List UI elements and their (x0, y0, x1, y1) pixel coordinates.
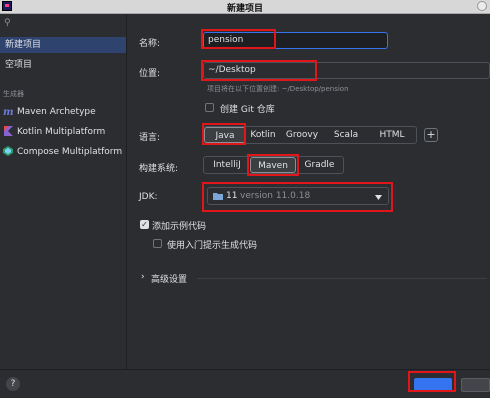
add-language-button[interactable]: + (424, 128, 438, 142)
sidebar-item-label: Kotlin Multiplatform (17, 127, 106, 137)
language-selector: Java Kotlin Groovy Scala HTML (203, 126, 417, 144)
name-input[interactable]: pension (203, 32, 388, 49)
language-label: 语言: (139, 133, 161, 143)
jdk-select[interactable]: 11 version 11.0.18 (207, 187, 389, 205)
language-option-groovy[interactable]: Groovy (280, 127, 324, 143)
language-option-kotlin[interactable]: Kotlin (246, 127, 280, 143)
dialog-footer: ? (0, 369, 490, 398)
folder-icon (213, 192, 223, 203)
sidebar-item-compose-multiplatform[interactable]: Compose Multiplatform (0, 144, 126, 160)
git-repo-checkbox[interactable] (205, 103, 214, 112)
sample-code-checkbox[interactable]: ✓ (140, 220, 149, 229)
build-option-gradle[interactable]: Gradle (296, 157, 343, 173)
project-form: 名称: pension 位置: ~/Desktop 项目将在以下位置创建: ~/… (127, 14, 490, 369)
maven-icon: m (3, 106, 14, 118)
sidebar: ⚲ 新建项目 空项目 生成器 m Maven Archetype Kotlin … (0, 14, 127, 369)
sidebar-item-empty-project[interactable]: 空项目 (0, 57, 126, 73)
location-hint: 项目将在以下位置创建: ~/Desktop/pension (207, 85, 349, 93)
svg-text:m: m (3, 107, 14, 116)
chevron-down-icon (375, 193, 382, 203)
title-bar: 新建项目 (0, 0, 490, 14)
sample-code-label: 添加示例代码 (152, 222, 207, 232)
onboarding-tips-checkbox[interactable] (153, 239, 162, 248)
language-option-java[interactable]: Java (204, 127, 246, 143)
sidebar-item-label: Maven Archetype (17, 107, 96, 117)
help-button[interactable]: ? (6, 377, 20, 391)
sidebar-item-new-project[interactable]: 新建项目 (0, 37, 126, 53)
location-label: 位置: (139, 69, 161, 79)
location-input[interactable]: ~/Desktop (203, 62, 490, 79)
jdk-version-detail: version 11.0.18 (240, 191, 311, 201)
language-option-html[interactable]: HTML (368, 127, 416, 143)
build-option-maven[interactable]: Maven (250, 157, 296, 173)
advanced-divider (197, 278, 487, 279)
build-system-selector: IntelliJ Maven Gradle (203, 156, 344, 174)
window-title: 新建项目 (226, 4, 263, 14)
compose-icon (3, 145, 14, 156)
git-repo-label: 创建 Git 仓库 (220, 105, 275, 115)
build-option-intellij[interactable]: IntelliJ (204, 157, 250, 173)
generators-section-label: 生成器 (3, 90, 24, 98)
window-zoom-button[interactable] (477, 1, 487, 11)
sidebar-item-kotlin-multiplatform[interactable]: Kotlin Multiplatform (0, 124, 126, 140)
kotlin-icon (3, 125, 14, 136)
sidebar-item-label: Compose Multiplatform (17, 147, 123, 157)
jdk-label: JDK: (139, 192, 158, 202)
chevron-right-icon[interactable]: › (141, 272, 145, 282)
sidebar-item-label: 空项目 (5, 60, 33, 70)
create-button[interactable] (414, 378, 452, 392)
jdk-version: 11 (226, 191, 238, 201)
name-label: 名称: (139, 39, 161, 49)
sidebar-item-label: 新建项目 (5, 40, 42, 50)
search-icon[interactable]: ⚲ (4, 18, 11, 28)
advanced-settings-toggle[interactable]: 高级设置 (151, 272, 187, 285)
cancel-button[interactable] (461, 378, 490, 392)
sidebar-item-maven-archetype[interactable]: m Maven Archetype (0, 104, 126, 120)
build-system-label: 构建系统: (139, 164, 179, 174)
language-option-scala[interactable]: Scala (324, 127, 368, 143)
onboarding-tips-label: 使用入门提示生成代码 (167, 241, 258, 251)
